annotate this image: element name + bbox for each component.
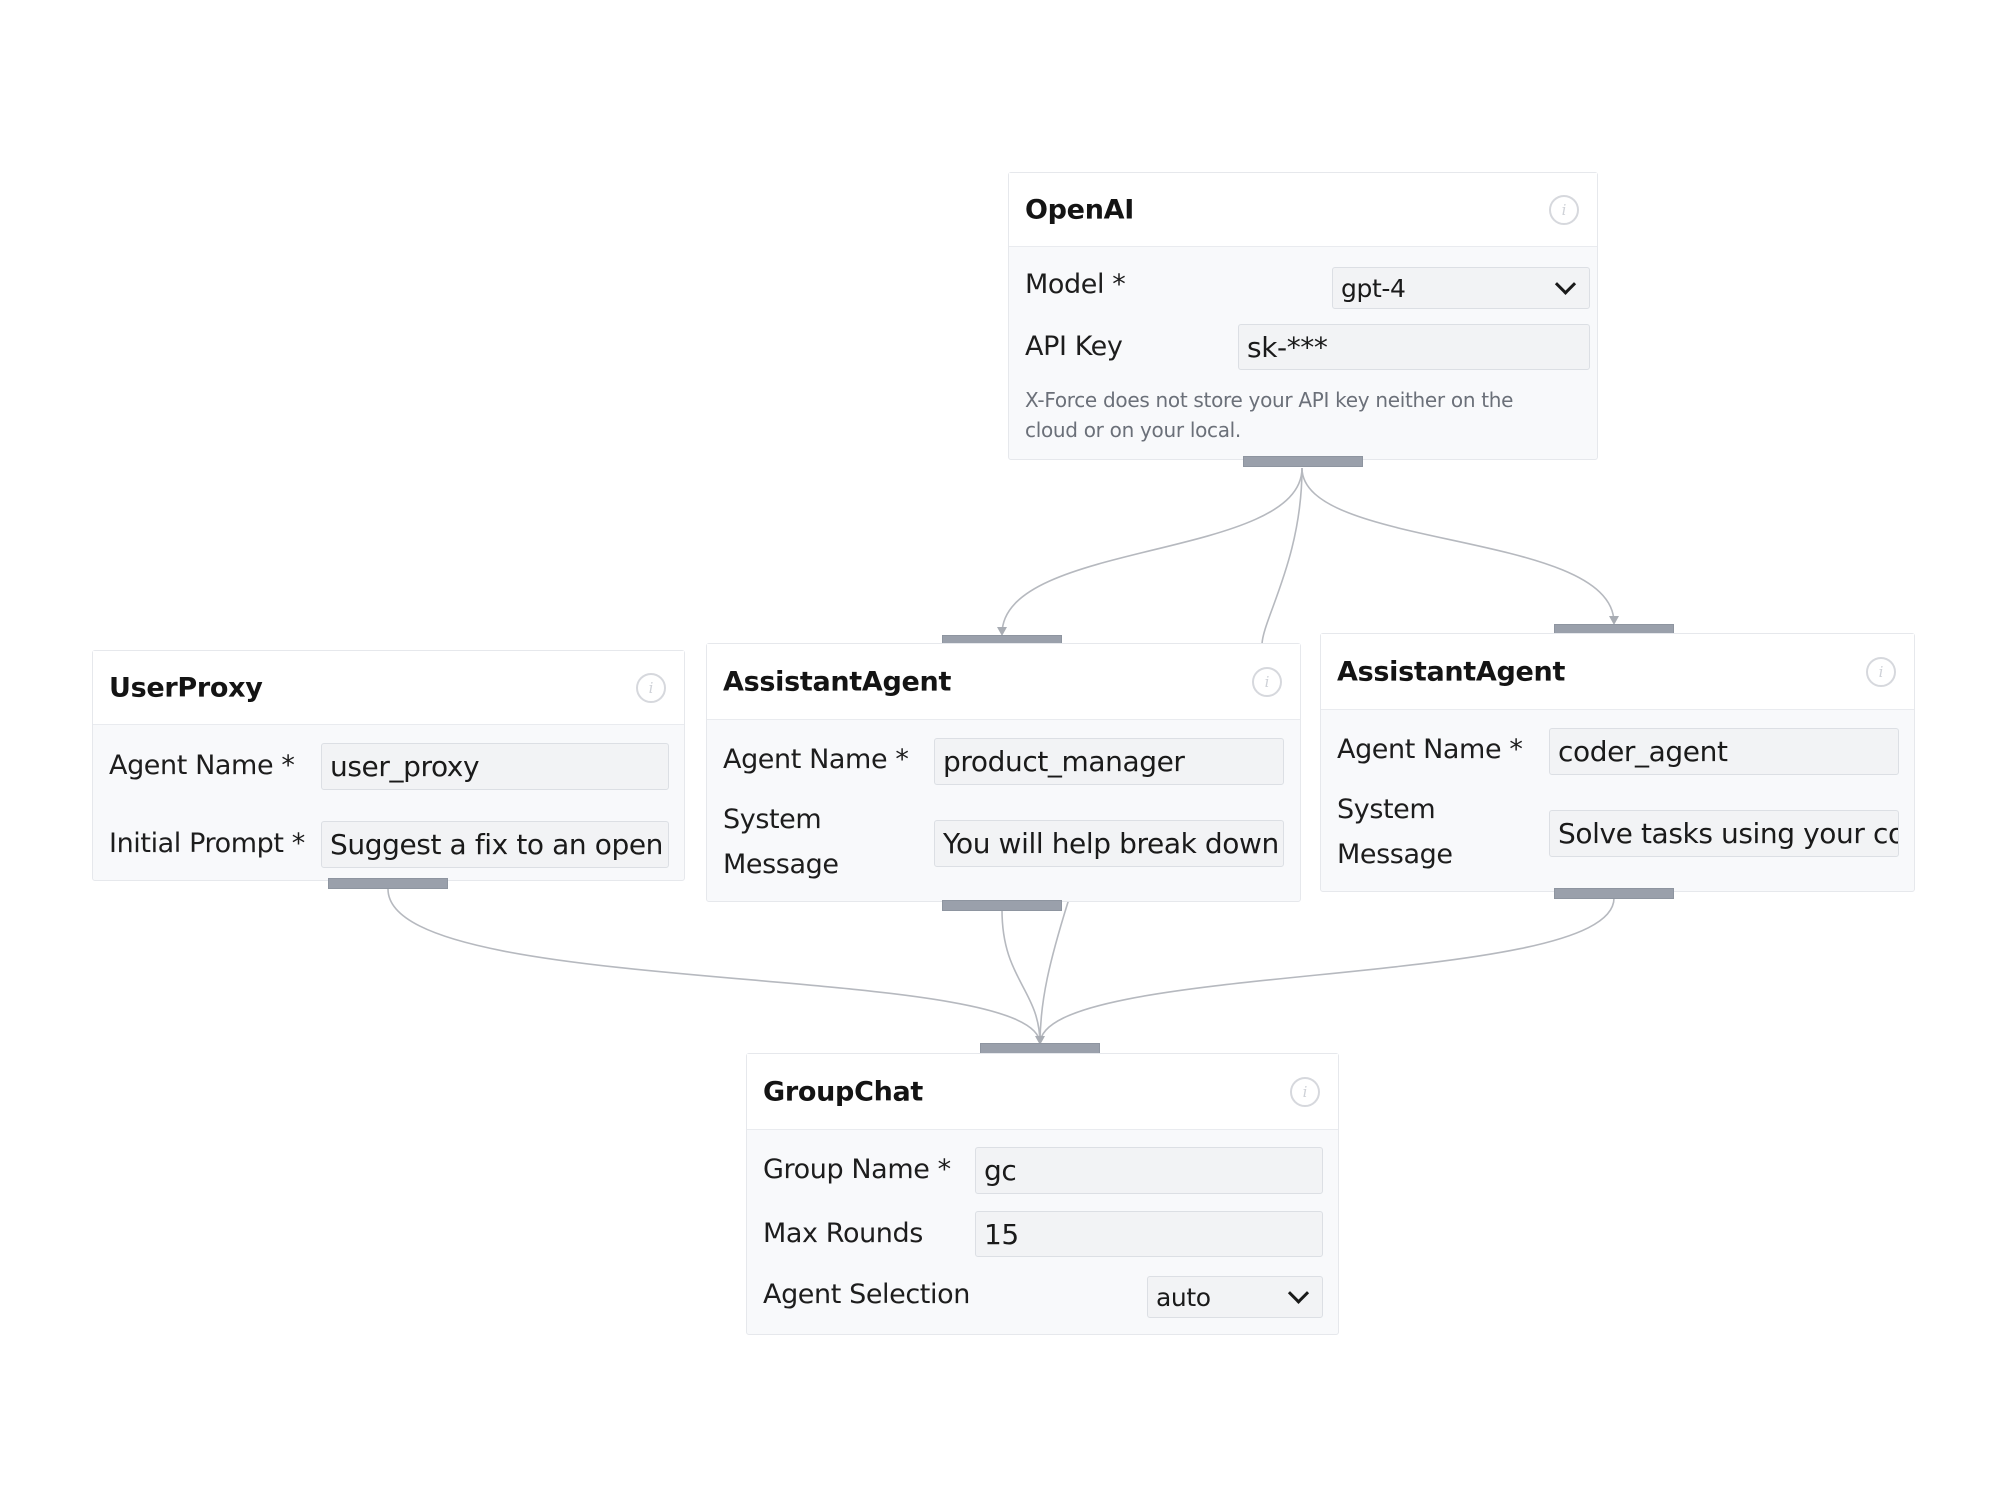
info-icon[interactable]: i (1252, 666, 1282, 697)
max-rounds-label: Max Rounds (763, 1218, 923, 1249)
api-key-label: API Key (1025, 331, 1123, 362)
edge-user-proxy-to-group-chat[interactable] (387, 888, 1041, 1045)
api-key-helper-text: X-Force does not store your API key neit… (1025, 388, 1514, 442)
node-header[interactable]: AssistantAgent i (707, 644, 1300, 720)
api-key-input[interactable]: sk-*** (1238, 324, 1590, 370)
group-name-input[interactable]: gc (975, 1147, 1323, 1194)
agent-selection-value: auto (1156, 1282, 1211, 1312)
node-title: AssistantAgent (1337, 656, 1566, 687)
assistant-pm-output-handle[interactable] (942, 900, 1062, 911)
agent-name-value: product_manager (943, 745, 1185, 778)
model-select-value: gpt-4 (1341, 273, 1406, 303)
edge-openai-to-assistant-pm[interactable] (1001, 467, 1303, 635)
agent-name-value: coder_agent (1558, 735, 1728, 768)
info-icon[interactable]: i (636, 672, 666, 703)
agent-selection-label: Agent Selection (763, 1279, 970, 1310)
group-name-label: Group Name * (763, 1154, 951, 1185)
system-message-label-line2: Message (723, 849, 839, 880)
edge-assistant-pm-to-group-chat[interactable] (1001, 909, 1041, 1045)
model-select[interactable]: gpt-4 (1332, 267, 1590, 309)
system-message-input[interactable]: You will help break down (934, 820, 1284, 867)
node-group-chat[interactable]: GroupChat i Group Name * gc Max Rounds 1… (746, 1053, 1339, 1335)
node-user-proxy[interactable]: UserProxy i Agent Name * user_proxy Init… (92, 650, 685, 881)
node-title: UserProxy (109, 672, 263, 703)
user-proxy-output-handle[interactable] (328, 878, 448, 889)
system-message-label-line2: Message (1337, 839, 1453, 870)
node-header[interactable]: OpenAI i (1009, 173, 1597, 247)
node-title: GroupChat (763, 1076, 924, 1107)
agent-selection-select[interactable]: auto (1147, 1276, 1323, 1318)
node-openai[interactable]: OpenAI i Model * gpt-4 API Key sk-*** X-… (1008, 172, 1598, 460)
agent-name-label: Agent Name * (1337, 734, 1523, 765)
initial-prompt-value: Suggest a fix to an open (330, 828, 664, 861)
edge-openai-to-assistant-coder[interactable] (1301, 467, 1615, 624)
initial-prompt-input[interactable]: Suggest a fix to an open (321, 821, 669, 868)
system-message-value: Solve tasks using your co (1558, 817, 1899, 850)
chevron-down-icon (1554, 273, 1577, 295)
system-message-label-line1: System (723, 804, 822, 835)
node-assistant-pm[interactable]: AssistantAgent i Agent Name * product_ma… (706, 643, 1301, 902)
model-label: Model * (1025, 269, 1126, 300)
node-header[interactable]: UserProxy i (93, 651, 684, 725)
agent-name-input[interactable]: product_manager (934, 738, 1284, 785)
node-title: OpenAI (1025, 194, 1134, 225)
node-header[interactable]: AssistantAgent i (1321, 634, 1914, 710)
node-header[interactable]: GroupChat i (747, 1054, 1338, 1130)
node-title: AssistantAgent (723, 666, 952, 697)
assistant-coder-output-handle[interactable] (1554, 888, 1674, 899)
edge-assistant-coder-to-group-chat[interactable] (1039, 897, 1615, 1045)
max-rounds-value: 15 (984, 1217, 1019, 1251)
max-rounds-input[interactable]: 15 (975, 1211, 1323, 1257)
openai-output-handle[interactable] (1243, 456, 1363, 467)
system-message-label-line1: System (1337, 794, 1436, 825)
node-assistant-coder[interactable]: AssistantAgent i Agent Name * coder_agen… (1320, 633, 1915, 892)
info-icon[interactable]: i (1866, 656, 1896, 687)
system-message-value: You will help break down (943, 827, 1279, 860)
api-key-value: sk-*** (1247, 330, 1328, 364)
system-message-input[interactable]: Solve tasks using your co (1549, 810, 1899, 857)
agent-name-label: Agent Name * (109, 750, 295, 781)
group-name-value: gc (984, 1154, 1017, 1187)
agent-name-input[interactable]: user_proxy (321, 743, 669, 790)
agent-name-label: Agent Name * (723, 744, 909, 775)
agent-name-input[interactable]: coder_agent (1549, 728, 1899, 775)
agent-name-value: user_proxy (330, 750, 480, 783)
initial-prompt-label: Initial Prompt * (109, 828, 305, 859)
chevron-down-icon (1287, 1282, 1310, 1304)
info-icon[interactable]: i (1290, 1076, 1320, 1107)
info-icon[interactable]: i (1549, 194, 1579, 225)
